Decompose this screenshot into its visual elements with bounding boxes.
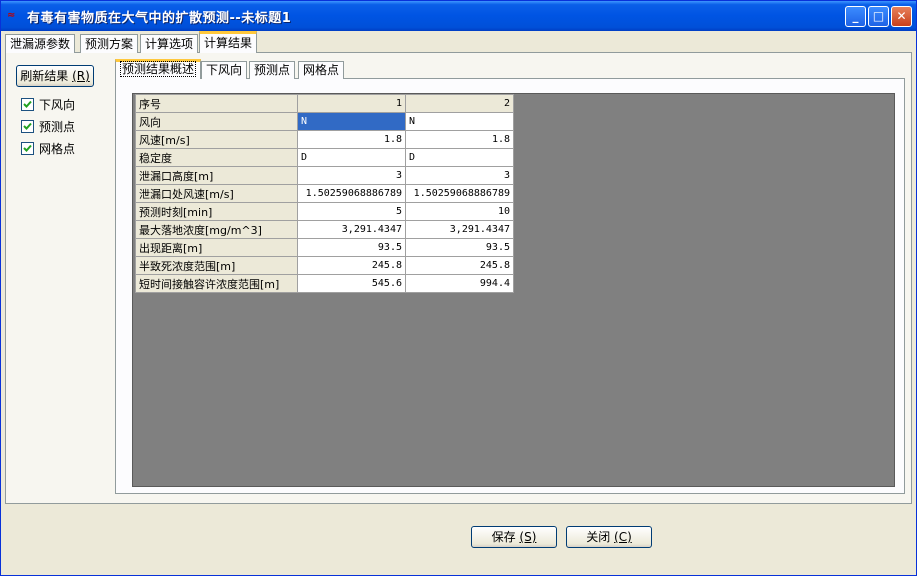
refresh-hotkey: (R): [72, 69, 90, 83]
save-label: 保存: [491, 530, 516, 544]
table-row: 风向 N N: [135, 112, 514, 131]
row-header: 稳定度: [135, 148, 298, 167]
grid-cell[interactable]: 93.5: [405, 238, 514, 257]
checkbox-label: 下风向: [39, 97, 76, 112]
row-header: 短时间接触容许浓度范围[m]: [135, 274, 298, 293]
close-hotkey: (C): [614, 530, 632, 544]
table-row: 最大落地浓度[mg/m^3] 3,291.4347 3,291.4347: [135, 220, 514, 239]
tab-result-summary[interactable]: 预测结果概述: [115, 59, 202, 79]
grid-header-row: 序号 1 2: [135, 94, 514, 113]
refresh-label: 刷新结果: [20, 69, 69, 83]
column-header[interactable]: 2: [405, 94, 514, 113]
table-row: 稳定度 D D: [135, 148, 514, 167]
results-grid[interactable]: 序号 1 2 风向 N N 风速[m/s] 1.8 1.8 稳定度 D D 泄漏…: [135, 94, 514, 293]
grid-cell[interactable]: 3: [405, 166, 514, 185]
grid-cell[interactable]: 545.6: [297, 274, 406, 293]
grid-cell[interactable]: 994.4: [405, 274, 514, 293]
check-icon[interactable]: [21, 119, 34, 133]
app-icon: ≈: [7, 10, 16, 21]
row-header: 泄漏口高度[m]: [135, 166, 298, 185]
grid-cell[interactable]: N: [405, 112, 514, 131]
row-header: 预测时刻[min]: [135, 202, 298, 221]
tab-downwind[interactable]: 下风向: [201, 61, 248, 79]
check-icon[interactable]: [21, 141, 34, 155]
app-window: ≈ 有毒有害物质在大气中的扩散预测--未标题1 _ □ ✕ 泄漏源参数 预测方案…: [0, 0, 917, 576]
grid-cell[interactable]: D: [405, 148, 514, 167]
save-button[interactable]: 保存 (S): [471, 526, 557, 548]
table-row: 出现距离[m] 93.5 93.5: [135, 238, 514, 257]
window-title: 有毒有害物质在大气中的扩散预测--未标题1: [27, 11, 292, 26]
table-row: 泄漏口高度[m] 3 3: [135, 166, 514, 185]
close-label: 关闭: [586, 530, 611, 544]
table-row: 短时间接触容许浓度范围[m] 545.6 994.4: [135, 274, 514, 293]
grid-cell[interactable]: 10: [405, 202, 514, 221]
row-header: 风向: [135, 112, 298, 131]
row-header: 序号: [135, 94, 298, 113]
grid-cell[interactable]: 1.50259068886789: [297, 184, 406, 203]
row-header: 风速[m/s]: [135, 130, 298, 149]
table-row: 泄漏口处风速[m/s] 1.50259068886789 1.502590688…: [135, 184, 514, 203]
row-header: 出现距离[m]: [135, 238, 298, 257]
tab-calc-options[interactable]: 计算选项: [140, 34, 199, 53]
minimize-button[interactable]: _: [845, 6, 866, 27]
maximize-button[interactable]: □: [868, 6, 889, 27]
close-window-button[interactable]: ✕: [891, 6, 912, 27]
grid-cell[interactable]: N: [297, 112, 406, 131]
grid-cell[interactable]: 245.8: [297, 256, 406, 275]
grid-cell[interactable]: 5: [297, 202, 406, 221]
close-button[interactable]: 关闭 (C): [566, 526, 652, 548]
tab-prediction-plan[interactable]: 预测方案: [80, 34, 139, 53]
tab-prediction-points[interactable]: 预测点: [249, 61, 296, 79]
table-row: 风速[m/s] 1.8 1.8: [135, 130, 514, 149]
tab-grid-points[interactable]: 网格点: [298, 61, 345, 79]
grid-cell[interactable]: 1.8: [297, 130, 406, 149]
grid-cell[interactable]: 245.8: [405, 256, 514, 275]
tab-label: 预测结果概述: [120, 61, 197, 77]
grid-cell[interactable]: D: [297, 148, 406, 167]
tab-source-params[interactable]: 泄漏源参数: [5, 34, 76, 53]
check-icon[interactable]: [21, 97, 34, 111]
checkbox-grid-points[interactable]: 网格点: [21, 140, 75, 156]
row-header: 泄漏口处风速[m/s]: [135, 184, 298, 203]
row-header: 最大落地浓度[mg/m^3]: [135, 220, 298, 239]
grid-cell[interactable]: 1.50259068886789: [405, 184, 514, 203]
table-row: 预测时刻[min] 5 10: [135, 202, 514, 221]
checkbox-downwind[interactable]: 下风向: [21, 96, 75, 112]
tab-calc-results[interactable]: 计算结果: [199, 31, 258, 53]
grid-cell[interactable]: 1.8: [405, 130, 514, 149]
checkbox-label: 网格点: [39, 141, 76, 156]
grid-cell[interactable]: 3,291.4347: [405, 220, 514, 239]
save-hotkey: (S): [519, 530, 537, 544]
grid-cell[interactable]: 3: [297, 166, 406, 185]
row-header: 半致死浓度范围[m]: [135, 256, 298, 275]
checkbox-prediction-points[interactable]: 预测点: [21, 118, 75, 134]
table-row: 半致死浓度范围[m] 245.8 245.8: [135, 256, 514, 275]
refresh-results-button[interactable]: 刷新结果 (R): [16, 65, 94, 87]
grid-cell[interactable]: 93.5: [297, 238, 406, 257]
title-bar[interactable]: ≈ 有毒有害物质在大气中的扩散预测--未标题1 _ □ ✕: [1, 1, 916, 31]
column-header[interactable]: 1: [297, 94, 406, 113]
grid-cell[interactable]: 3,291.4347: [297, 220, 406, 239]
checkbox-label: 预测点: [39, 119, 76, 134]
